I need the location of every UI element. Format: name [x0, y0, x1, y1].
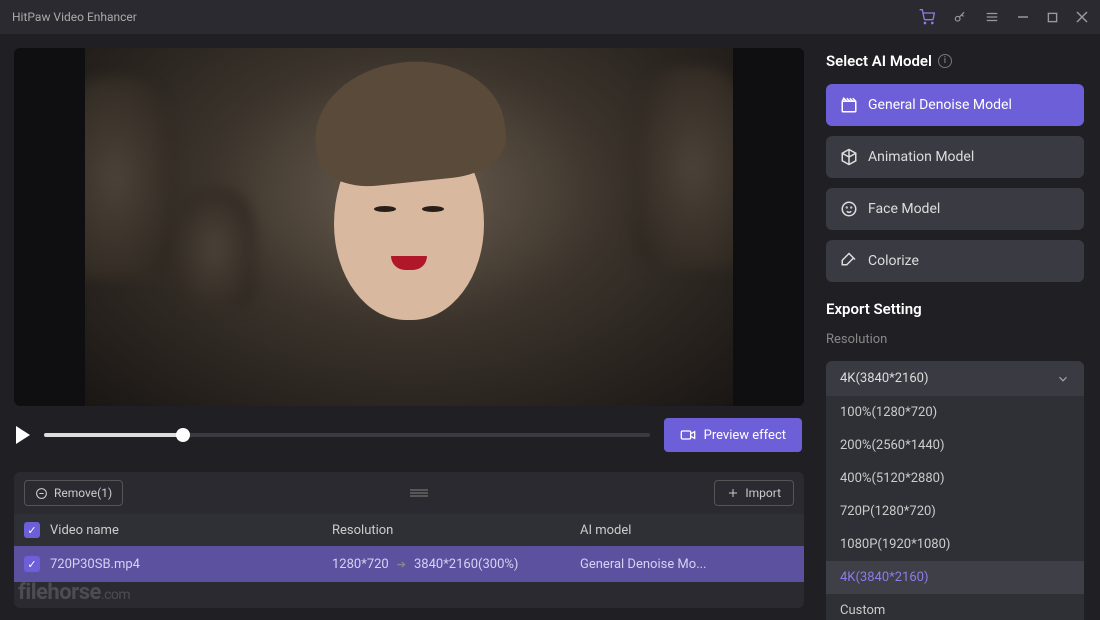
- preview-effect-button[interactable]: Preview effect: [664, 418, 802, 452]
- export-title: Export Setting: [826, 300, 1084, 318]
- row-model: General Denoise Mo...: [580, 557, 794, 572]
- minimize-icon[interactable]: [1017, 11, 1029, 23]
- minus-circle-icon: [35, 487, 48, 500]
- chevron-down-icon: [1056, 372, 1070, 386]
- key-icon[interactable]: [953, 10, 967, 24]
- info-icon[interactable]: i: [938, 54, 952, 68]
- resolution-options: 100%(1280*720) 200%(2560*1440) 400%(5120…: [826, 396, 1084, 620]
- col-model-label: AI model: [580, 523, 794, 538]
- res-option-720p[interactable]: 720P(1280*720): [826, 495, 1084, 528]
- camera-icon: [680, 427, 696, 443]
- res-to: 3840*2160(300%): [414, 557, 518, 572]
- res-option-400[interactable]: 400%(5120*2880): [826, 462, 1084, 495]
- model-general-denoise[interactable]: General Denoise Model: [826, 84, 1084, 126]
- menu-icon[interactable]: [985, 10, 999, 24]
- res-option-4k[interactable]: 4K(3840*2160): [826, 561, 1084, 594]
- clapper-icon: [840, 96, 858, 114]
- model-animation[interactable]: Animation Model: [826, 136, 1084, 178]
- file-name: 720P30SB.mp4: [50, 557, 140, 572]
- remove-button[interactable]: Remove(1): [24, 480, 123, 506]
- resolution-dropdown: 4K(3840*2160) 100%(1280*720) 200%(2560*1…: [826, 361, 1084, 620]
- res-from: 1280*720: [332, 557, 389, 572]
- arrow-right-icon: ➔: [397, 558, 406, 571]
- side-panel: Select AI Model i General Denoise Model …: [816, 34, 1100, 620]
- res-option-custom[interactable]: Custom: [826, 594, 1084, 620]
- ai-model-title: Select AI Model i: [826, 52, 1084, 70]
- col-res-label: Resolution: [332, 523, 572, 538]
- row-checkbox[interactable]: ✓: [24, 556, 40, 572]
- paint-icon: [840, 252, 858, 270]
- col-name-label: Video name: [50, 523, 119, 538]
- app-title: HitPaw Video Enhancer: [12, 10, 919, 24]
- video-preview: [14, 48, 804, 406]
- model-list: General Denoise Model Animation Model Fa…: [826, 84, 1084, 282]
- play-button[interactable]: [16, 426, 30, 444]
- player-controls: Preview effect: [14, 416, 804, 462]
- file-queue: Remove(1) Import ✓ Video name Resolution…: [14, 472, 804, 608]
- face-icon: [840, 200, 858, 218]
- resolution-label: Resolution: [826, 332, 1084, 347]
- video-frame: [85, 48, 733, 406]
- maximize-icon[interactable]: [1047, 12, 1058, 23]
- window-controls: [919, 9, 1088, 25]
- res-option-200[interactable]: 200%(2560*1440): [826, 429, 1084, 462]
- cube-icon: [840, 148, 858, 166]
- close-icon[interactable]: [1076, 11, 1088, 23]
- drag-handle-icon[interactable]: [133, 488, 704, 498]
- cart-icon[interactable]: [919, 9, 935, 25]
- queue-header: ✓ Video name Resolution AI model: [14, 514, 804, 546]
- res-option-1080p[interactable]: 1080P(1920*1080): [826, 528, 1084, 561]
- model-colorize[interactable]: Colorize: [826, 240, 1084, 282]
- watermark: filehorse.com: [18, 580, 130, 605]
- queue-toolbar: Remove(1) Import: [14, 472, 804, 514]
- model-face[interactable]: Face Model: [826, 188, 1084, 230]
- titlebar: HitPaw Video Enhancer: [0, 0, 1100, 34]
- main-panel: Preview effect Remove(1) Import ✓ Video …: [0, 34, 816, 620]
- preview-label: Preview effect: [704, 428, 786, 443]
- res-option-100[interactable]: 100%(1280*720): [826, 396, 1084, 429]
- resolution-select[interactable]: 4K(3840*2160): [826, 361, 1084, 396]
- select-all-checkbox[interactable]: ✓: [24, 522, 40, 538]
- seek-bar[interactable]: [44, 433, 650, 437]
- table-row[interactable]: ✓ 720P30SB.mp4 1280*720 ➔ 3840*2160(300%…: [14, 546, 804, 582]
- plus-icon: [727, 487, 739, 499]
- import-button[interactable]: Import: [714, 480, 794, 506]
